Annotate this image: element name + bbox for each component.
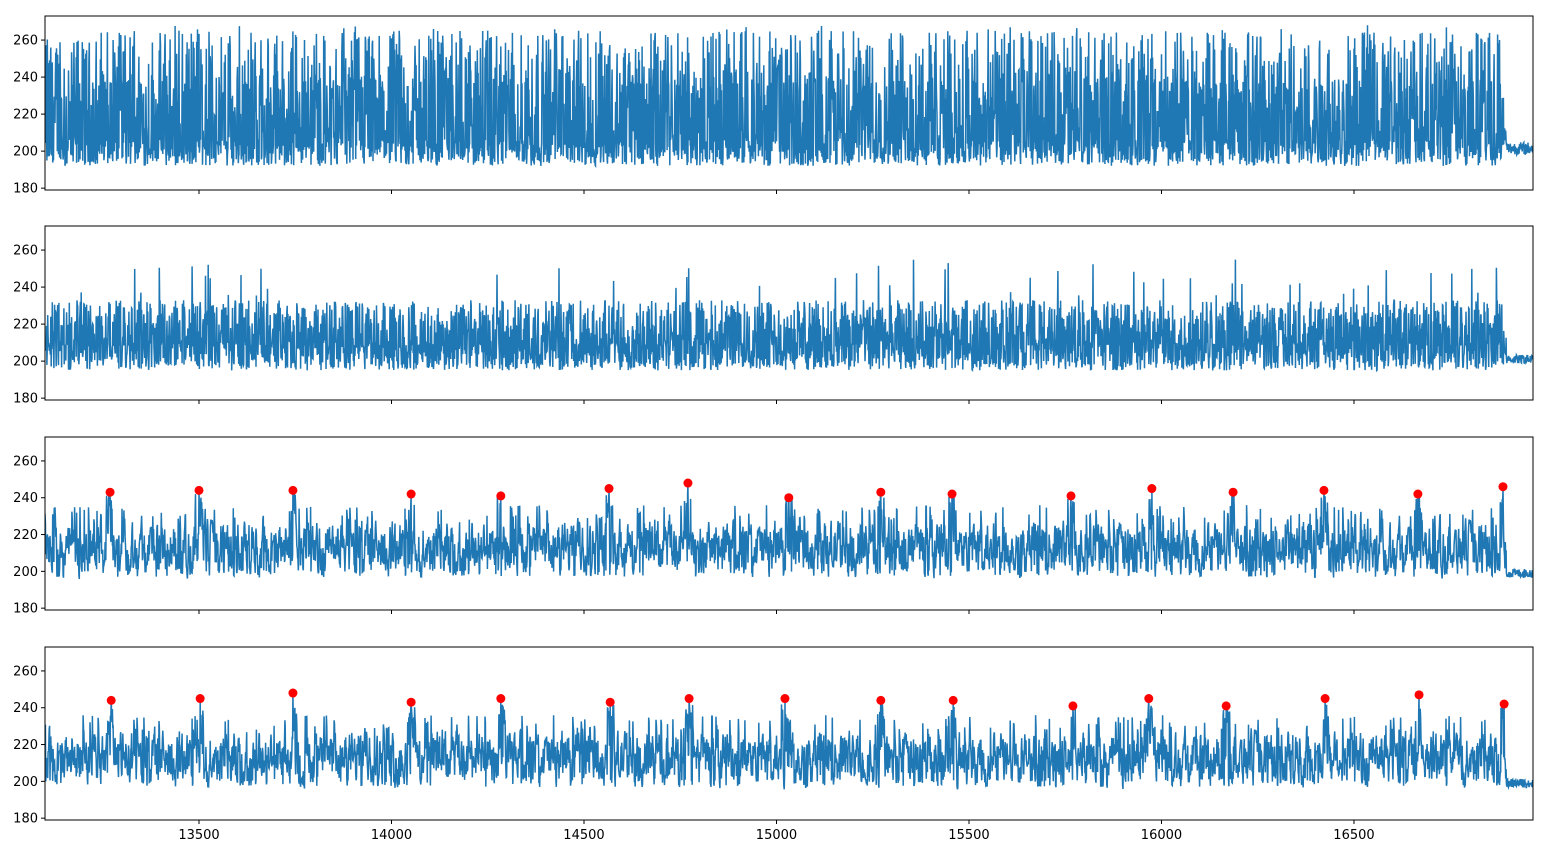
subplot-3: 180 200 220 240 260 — [13, 436, 1534, 617]
xtick-label: 15000 — [756, 828, 797, 843]
peak-marker — [105, 487, 115, 497]
peak-marker — [784, 493, 794, 503]
ytick-label: 260 — [13, 244, 38, 259]
figure: 180 200 220 240 260 180 200 220 240 260 180 200 220 2… — [13, 15, 1534, 843]
peak-marker — [683, 478, 693, 488]
signal-line — [45, 692, 1533, 791]
xtick-label: 16000 — [1141, 828, 1182, 843]
ytick-label: 220 — [13, 108, 38, 123]
peak-marker — [876, 487, 886, 497]
subplot-1: 180 200 220 240 260 — [13, 15, 1534, 197]
peak-marker — [1147, 484, 1157, 494]
peak-marker — [780, 694, 790, 704]
peak-marker — [1066, 491, 1076, 501]
peak-marker — [406, 489, 416, 499]
ytick-label: 180 — [13, 182, 38, 197]
xtick-label: 14500 — [563, 828, 604, 843]
peak-marker — [684, 694, 694, 704]
peak-marker — [1319, 485, 1329, 495]
ytick-label: 180 — [13, 392, 38, 407]
xtick-label: 13500 — [178, 828, 219, 843]
signal-line — [45, 259, 1533, 373]
peak-marker — [288, 485, 298, 495]
ytick-label: 240 — [13, 701, 38, 716]
subplot-4: 180 200 220 240 260 13500 14000 14500 15000 15500… — [13, 646, 1534, 843]
peak-marker — [1144, 694, 1154, 704]
ytick-label: 200 — [13, 355, 38, 370]
peak-marker — [496, 694, 506, 704]
peak-marker — [288, 688, 298, 698]
ytick-label: 220 — [13, 528, 38, 543]
xtick-label: 14000 — [371, 828, 412, 843]
peak-marker — [1499, 699, 1509, 709]
ytick-label: 260 — [13, 664, 38, 679]
ytick-label: 200 — [13, 565, 38, 580]
ytick-label: 260 — [13, 454, 38, 469]
peak-marker — [195, 694, 205, 704]
ytick-label: 240 — [13, 491, 38, 506]
xtick-label: 15500 — [948, 828, 989, 843]
peak-marker — [1498, 482, 1508, 492]
peak-marker — [1221, 701, 1231, 711]
ytick-label: 240 — [13, 281, 38, 296]
xtick-label: 16500 — [1333, 828, 1374, 843]
signal-line — [45, 25, 1533, 169]
peak-marker — [604, 484, 614, 494]
peak-marker — [194, 485, 204, 495]
peak-marker — [605, 697, 615, 707]
peak-marker — [1320, 694, 1330, 704]
peak-marker — [1413, 489, 1423, 499]
ytick-label: 180 — [13, 602, 38, 617]
ytick-label: 220 — [13, 318, 38, 333]
ytick-label: 200 — [13, 775, 38, 790]
subplot-2: 180 200 220 240 260 — [13, 225, 1534, 407]
ytick-label: 240 — [13, 71, 38, 86]
peak-marker — [1228, 487, 1238, 497]
peak-marker — [406, 697, 416, 707]
ytick-label: 180 — [13, 812, 38, 827]
peak-marker — [1068, 701, 1078, 711]
peak-marker — [947, 489, 957, 499]
peak-marker — [1414, 690, 1424, 700]
peak-marker — [948, 695, 958, 705]
ytick-label: 220 — [13, 738, 38, 753]
peak-marker — [876, 695, 886, 705]
peak-marker — [106, 695, 116, 705]
ytick-label: 200 — [13, 145, 38, 160]
ytick-label: 260 — [13, 34, 38, 49]
peak-marker — [496, 491, 506, 501]
